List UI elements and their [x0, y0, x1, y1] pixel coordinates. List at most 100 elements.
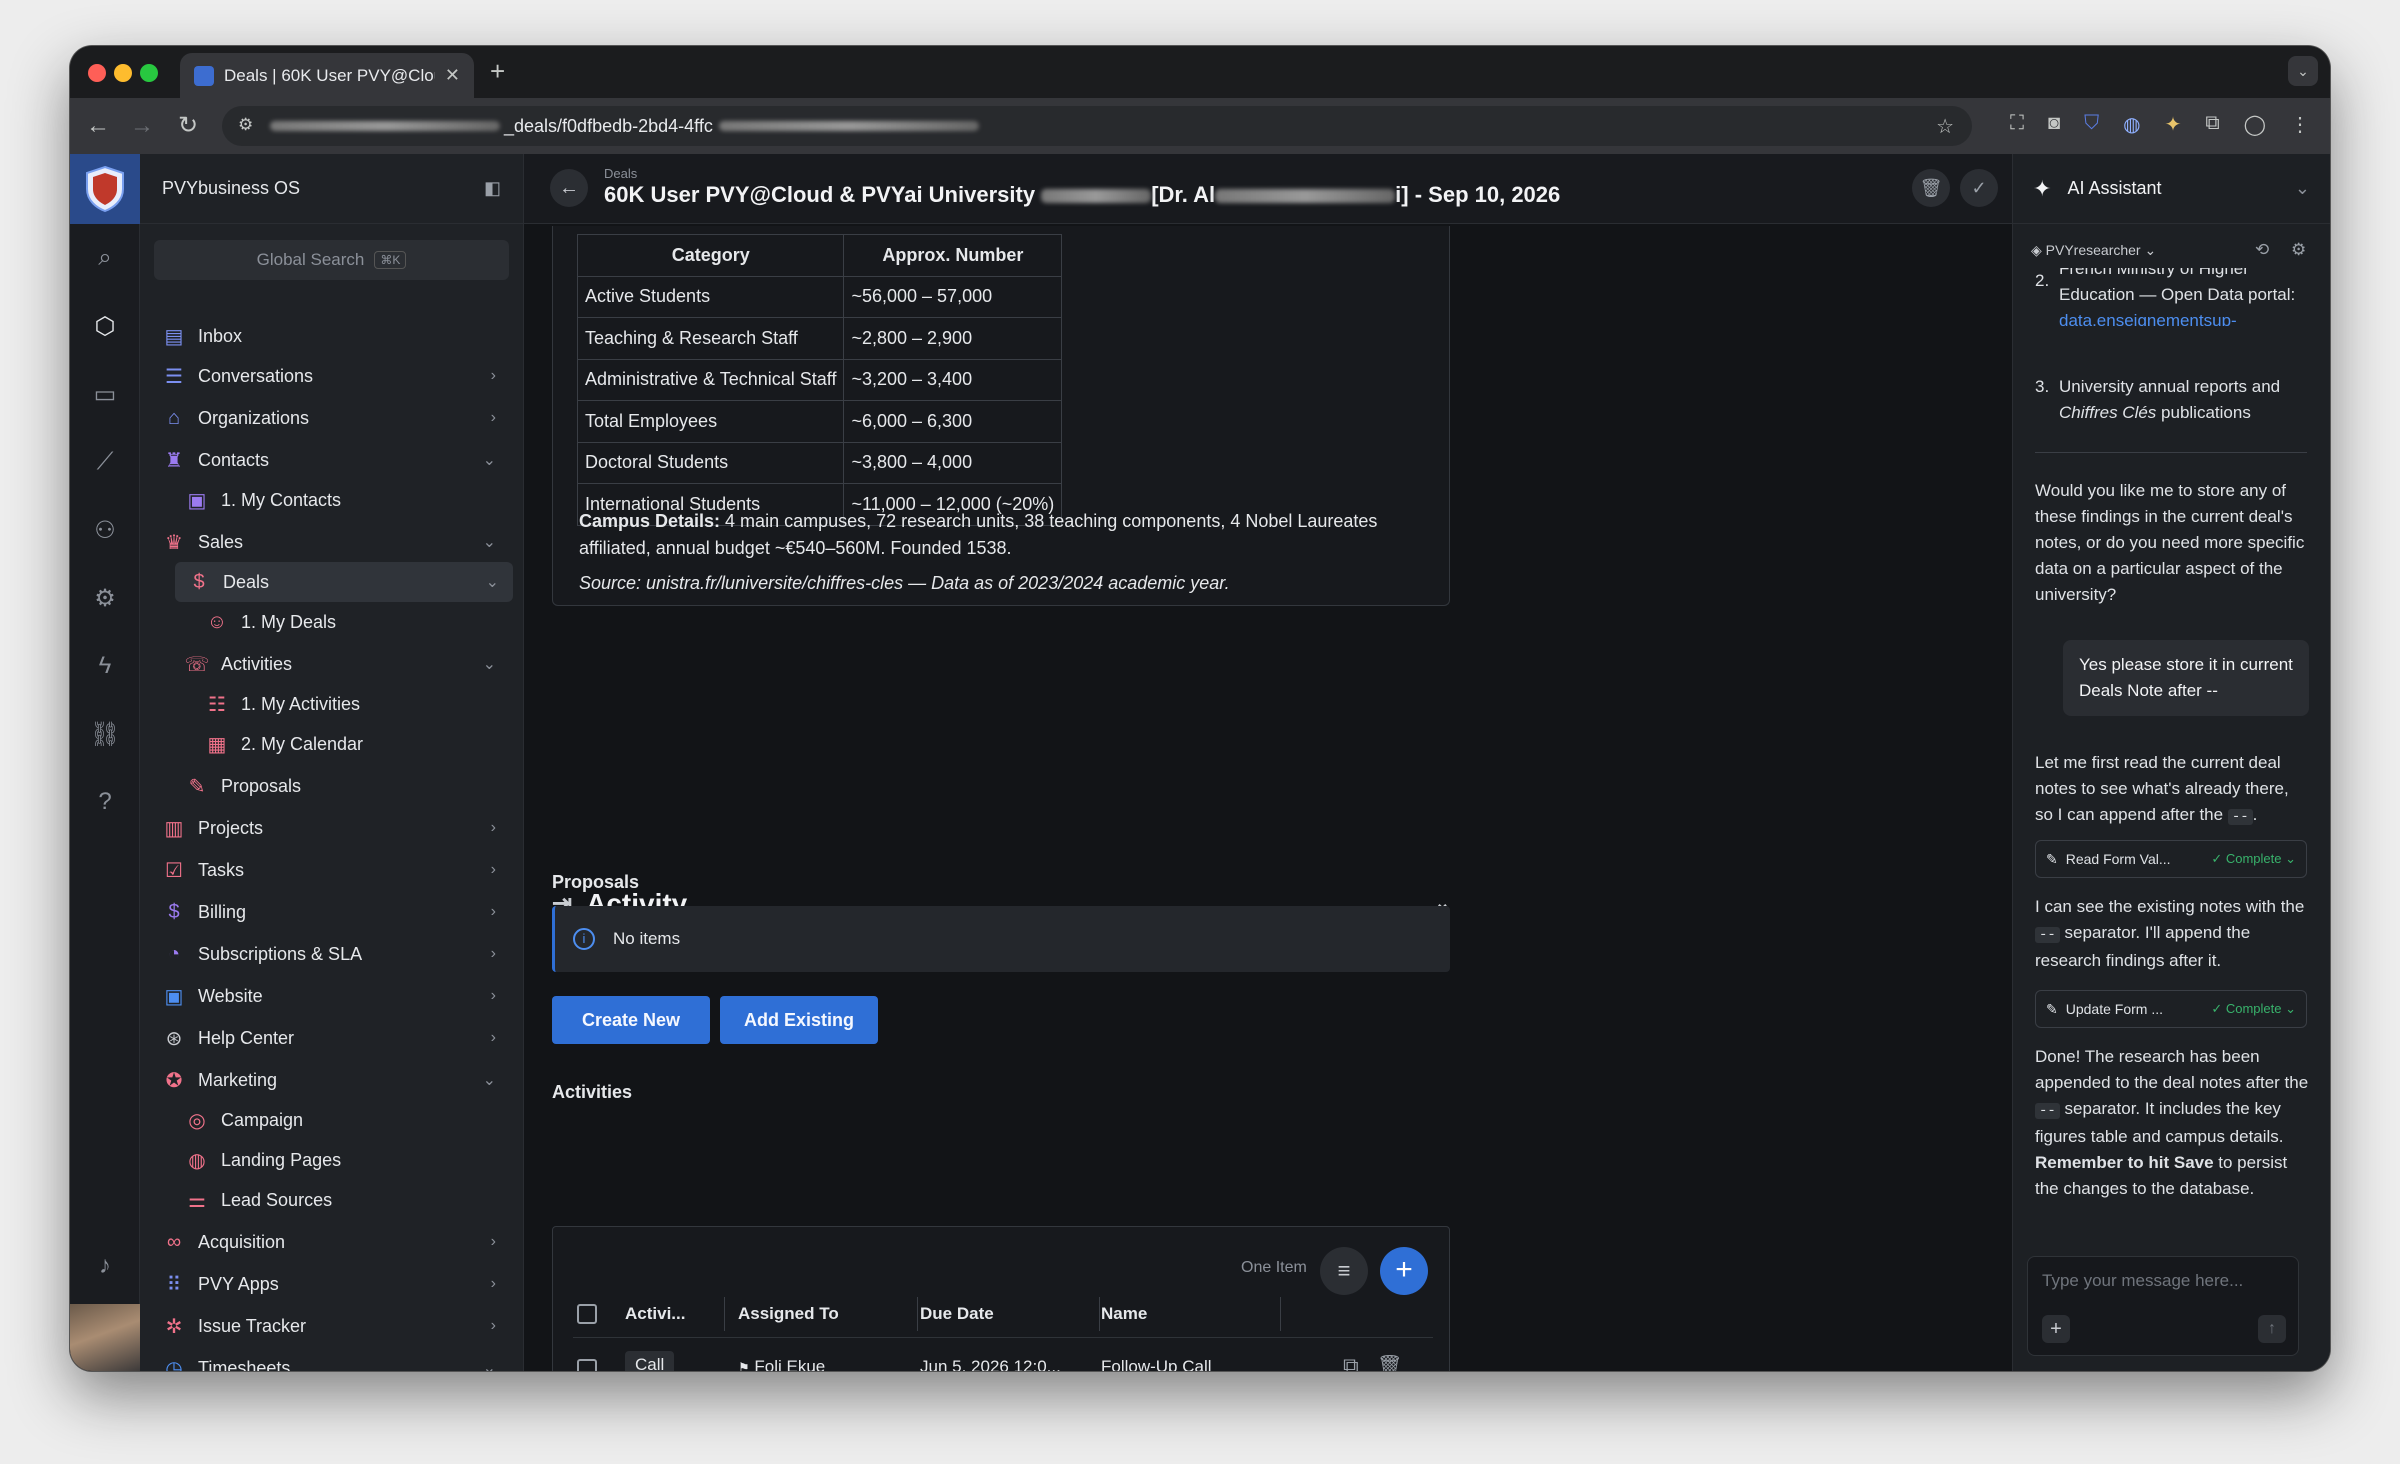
site-info-icon[interactable]: ⚙	[238, 115, 253, 135]
sidebar-item[interactable]: ♜ Contacts ⌄	[140, 440, 524, 480]
camera-extension-icon[interactable]: ◙	[2048, 112, 2060, 137]
sidebar-item[interactable]: ▦ 2. My Calendar	[140, 724, 524, 764]
chevron-down-icon[interactable]: ⌄	[483, 1070, 496, 1090]
profile-icon[interactable]: ◯	[2244, 112, 2266, 137]
chevron-right-icon[interactable]: ›	[491, 861, 496, 879]
sidebar-item[interactable]: ◔ Subscriptions & SLA ›	[140, 934, 524, 974]
message-input[interactable]: Type your message here...	[2042, 1271, 2282, 1291]
trash-icon[interactable]: 🗑	[1377, 1353, 1402, 1371]
column-header-assigned[interactable]: Assigned To	[738, 1297, 918, 1331]
add-existing-button[interactable]: Add Existing	[720, 996, 878, 1044]
history-icon[interactable]: ⟲	[2255, 240, 2269, 260]
sidebar-item[interactable]: ▥ Projects ›	[140, 808, 524, 848]
select-all-checkbox[interactable]	[577, 1297, 603, 1331]
extensions-puzzle-icon[interactable]: ⧉	[2205, 112, 2219, 137]
sidebar-item[interactable]: $ Billing ›	[140, 892, 524, 932]
chevron-right-icon[interactable]: ›	[491, 367, 496, 385]
chevron-right-icon[interactable]: ›	[491, 1029, 496, 1047]
analytics-icon[interactable]: ⟋	[70, 448, 140, 476]
chevron-right-icon[interactable]: ›	[491, 409, 496, 427]
tool-call-update-form[interactable]: ✎ Update Form ... ✓ Complete ⌄	[2035, 990, 2307, 1028]
tab-search-icon[interactable]: ⌄	[2288, 56, 2318, 86]
chevron-right-icon[interactable]: ›	[491, 1317, 496, 1335]
browser-tab-deals[interactable]: Deals | 60K User PVY@Cloud ✕	[180, 53, 474, 98]
users-icon[interactable]: ⚇	[70, 516, 140, 545]
folder-icon[interactable]: ▭	[70, 380, 140, 409]
new-tab-icon[interactable]: +	[490, 56, 505, 87]
chevron-down-icon[interactable]: ⌄	[486, 572, 499, 592]
sidebar-item[interactable]: ▣ 1. My Contacts	[140, 480, 524, 520]
shield-extension-icon[interactable]: ⛉	[2084, 112, 2099, 137]
chevron-down-icon[interactable]: ⌄	[483, 654, 496, 674]
bookmark-star-icon[interactable]: ☆	[1936, 114, 1954, 139]
agent-selector[interactable]: ◈ PVYresearcher ⌄	[2031, 242, 2156, 259]
kebab-menu-icon[interactable]: ⋮	[2290, 112, 2310, 137]
column-header-name[interactable]: Name	[1101, 1297, 1281, 1331]
create-new-button[interactable]: Create New	[552, 996, 710, 1044]
settings-icon[interactable]: ⚙	[2291, 240, 2306, 260]
sidebar-item[interactable]: ◷ Timesheets ⌄	[140, 1348, 524, 1372]
attach-plus-button[interactable]: +	[2042, 1315, 2070, 1343]
open-external-icon[interactable]: ⧉	[1343, 1353, 1359, 1371]
row-checkbox[interactable]	[577, 1359, 597, 1371]
chevron-right-icon[interactable]: ›	[491, 1275, 496, 1293]
zoom-window-button[interactable]	[140, 64, 158, 82]
chevron-down-icon[interactable]: ⌄	[2295, 178, 2310, 199]
workflow-icon[interactable]: ⛓	[70, 720, 140, 749]
colorful-extension-icon[interactable]: ✦	[2165, 112, 2182, 137]
sidebar-item[interactable]: ☑ Tasks ›	[140, 850, 524, 890]
chevron-down-icon[interactable]: ⌄	[483, 532, 496, 552]
lightning-icon[interactable]: ϟ	[70, 652, 140, 680]
close-tab-icon[interactable]: ✕	[445, 65, 460, 86]
back-button[interactable]: ←	[550, 169, 588, 207]
delete-button[interactable]: 🗑	[1912, 169, 1950, 207]
cube-icon[interactable]: ⬡	[70, 312, 140, 341]
filter-list-button[interactable]: ≡	[1320, 1247, 1368, 1295]
bell-icon[interactable]: ♪	[70, 1252, 140, 1280]
app-logo[interactable]	[70, 154, 140, 224]
screenshot-extension-icon[interactable]: ⛶	[2010, 112, 2024, 137]
chevron-right-icon[interactable]: ›	[491, 987, 496, 1005]
chevron-right-icon[interactable]: ›	[491, 819, 496, 837]
sidebar-item[interactable]: ✲ Issue Tracker ›	[140, 1306, 524, 1346]
back-icon[interactable]: ←	[84, 112, 112, 140]
sidebar-item[interactable]: $ Deals ⌄	[175, 562, 513, 602]
add-activity-button[interactable]: +	[1380, 1247, 1428, 1295]
sidebar-item[interactable]: ✎ Proposals	[140, 766, 524, 806]
sidebar-item[interactable]: ♛ Sales ⌄	[140, 522, 524, 562]
column-header-activity[interactable]: Activi...	[625, 1297, 725, 1331]
sidebar-item[interactable]: ∞ Acquisition ›	[140, 1222, 524, 1262]
send-arrow-button[interactable]: ↑	[2258, 1315, 2286, 1343]
sidebar-item[interactable]: ⊛ Help Center ›	[140, 1018, 524, 1058]
collapse-sidebar-icon[interactable]: ◧	[484, 178, 501, 199]
sidebar-item[interactable]: ☏ Activities ⌄	[140, 644, 524, 684]
check-button[interactable]: ✓	[1960, 169, 1998, 207]
forward-icon[interactable]: →	[128, 112, 156, 140]
global-search[interactable]: Global Search ⌘K	[154, 240, 509, 280]
vpn-extension-icon[interactable]: ◍	[2123, 112, 2140, 137]
chevron-right-icon[interactable]: ›	[491, 1233, 496, 1251]
sidebar-item[interactable]: ◍ Landing Pages	[140, 1140, 524, 1180]
chevron-right-icon[interactable]: ›	[491, 945, 496, 963]
minimize-window-button[interactable]	[114, 64, 132, 82]
user-avatar[interactable]	[70, 1304, 140, 1371]
sidebar-item[interactable]: ☺ 1. My Deals	[140, 602, 524, 642]
tool-call-read-form[interactable]: ✎ Read Form Val... ✓ Complete ⌄	[2035, 840, 2307, 878]
chevron-right-icon[interactable]: ›	[491, 903, 496, 921]
close-window-button[interactable]	[88, 64, 106, 82]
address-bar[interactable]: ⚙ _deals/f0dfbedb-2bd4-4ffc ☆	[222, 106, 1972, 146]
sidebar-item[interactable]: ▤ Inbox	[140, 316, 524, 356]
chevron-down-icon[interactable]: ⌄	[483, 1358, 496, 1371]
sidebar-item[interactable]: ☰ Conversations ›	[140, 356, 524, 396]
sidebar-item[interactable]: ◎ Campaign	[140, 1100, 524, 1140]
settings-gear-icon[interactable]: ⚙	[70, 584, 140, 613]
search-icon[interactable]: ⌕	[70, 244, 140, 272]
sidebar-item[interactable]: ☷ 1. My Activities	[140, 684, 524, 724]
sidebar-item[interactable]: ⚌ Lead Sources	[140, 1180, 524, 1220]
sidebar-item[interactable]: ▣ Website ›	[140, 976, 524, 1016]
column-header-due-date[interactable]: Due Date	[920, 1297, 1100, 1331]
sidebar-item[interactable]: ⠿ PVY Apps ›	[140, 1264, 524, 1304]
sidebar-item[interactable]: ✪ Marketing ⌄	[140, 1060, 524, 1100]
sidebar-item[interactable]: ⌂ Organizations ›	[140, 398, 524, 438]
reload-icon[interactable]: ↻	[174, 112, 202, 140]
